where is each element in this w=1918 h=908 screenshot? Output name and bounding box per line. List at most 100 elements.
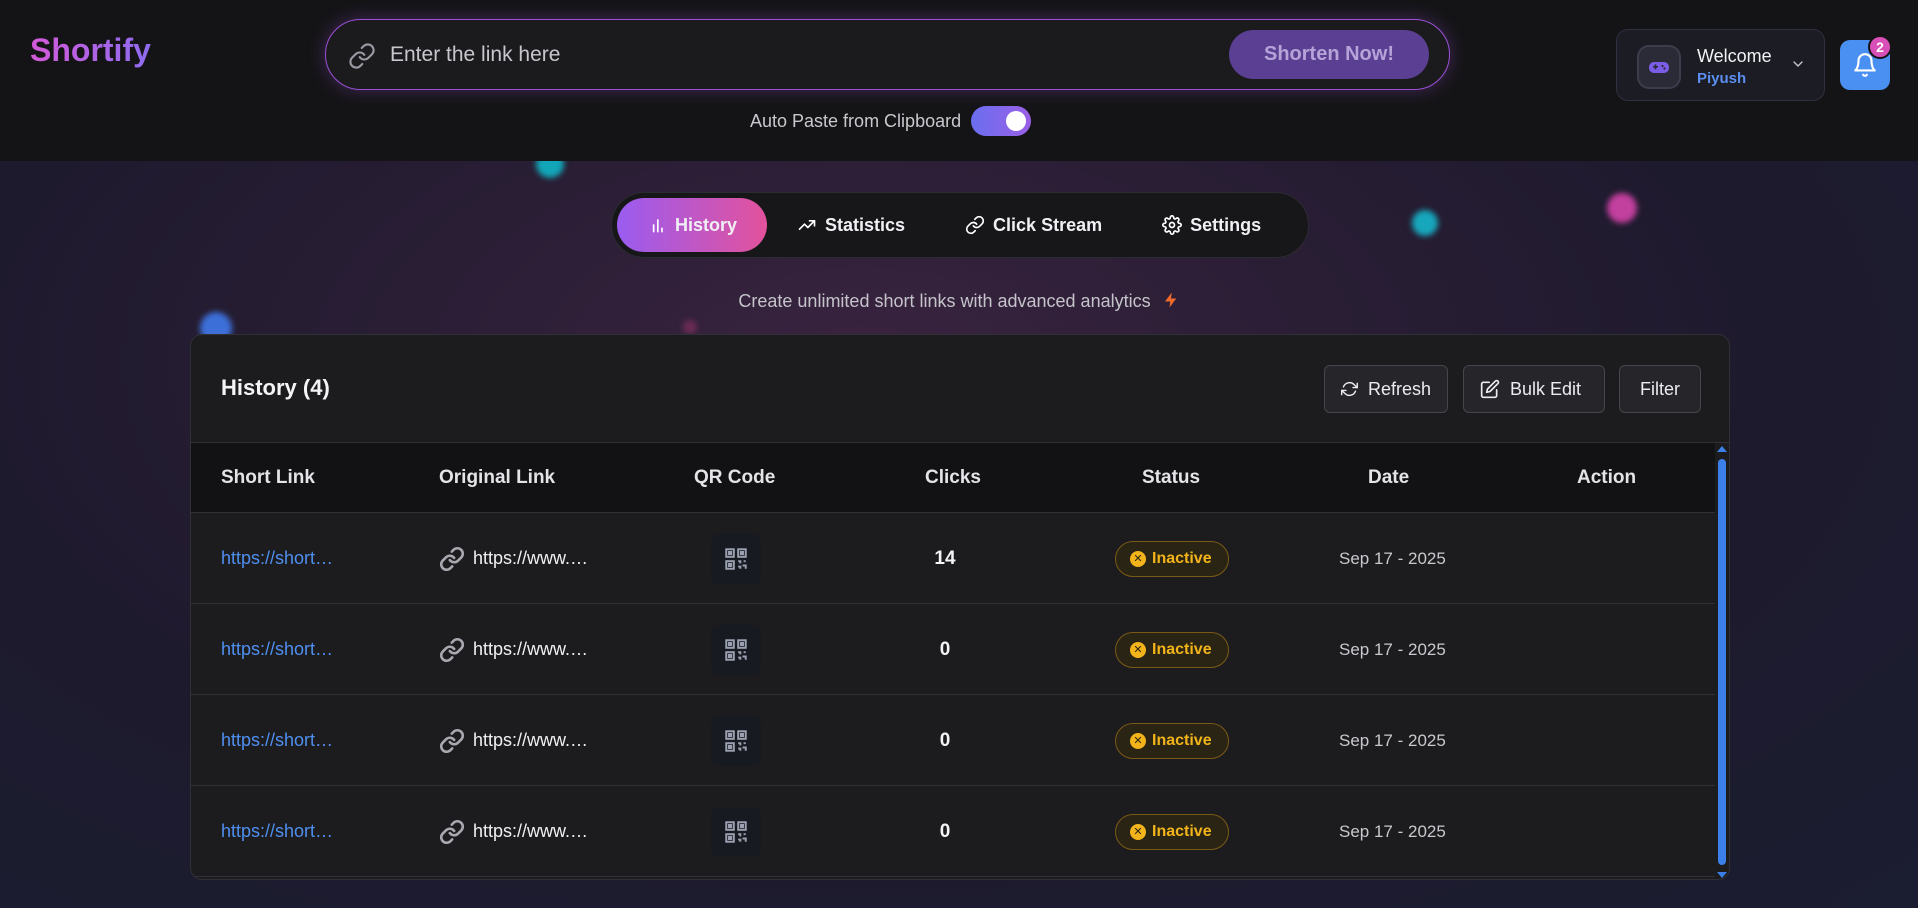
x-circle-icon: ✕ <box>1130 823 1146 840</box>
qr-cell <box>711 513 761 604</box>
clicks-count: 0 <box>939 638 951 660</box>
bulk-edit-button[interactable]: Bulk Edit <box>1463 365 1605 413</box>
original-link[interactable]: https://www.… <box>439 786 588 877</box>
original-link-text: https://www.… <box>473 639 589 659</box>
qr-code-button[interactable] <box>711 806 761 857</box>
user-name: Piyush <box>1697 70 1747 87</box>
short-link[interactable]: https://short… <box>221 604 333 695</box>
gamepad-icon <box>1649 62 1669 73</box>
clicks-count: 0 <box>939 820 951 842</box>
qr-code-icon <box>725 547 747 570</box>
bokeh-light <box>1607 193 1637 223</box>
short-link-text: https://short… <box>221 548 334 568</box>
edit-icon <box>1480 379 1500 399</box>
date-cell: Sep 17 - 2025 <box>1339 548 1446 568</box>
short-link[interactable]: https://short… <box>221 513 333 604</box>
filter-button[interactable]: Filter <box>1619 365 1701 413</box>
welcome-text: Welcome <box>1697 46 1772 66</box>
status-cell: ✕ Inactive <box>1115 513 1229 604</box>
scroll-down-arrow[interactable] <box>1717 872 1727 878</box>
tab-click-stream[interactable]: Click Stream <box>935 198 1132 252</box>
status-badge[interactable]: ✕ Inactive <box>1115 813 1229 850</box>
original-link-text: https://www.… <box>473 730 589 750</box>
column-header-qr-code[interactable]: QR Code <box>694 467 775 489</box>
status-text: Inactive <box>1152 731 1212 749</box>
url-input[interactable] <box>390 36 1190 74</box>
tab-label: History <box>674 214 737 235</box>
scroll-thumb[interactable] <box>1718 459 1726 865</box>
column-header-short-link[interactable]: Short Link <box>221 467 315 489</box>
shorten-button[interactable]: Shorten Now! <box>1229 30 1429 79</box>
url-input-bar: Shorten Now! <box>325 19 1450 90</box>
lightning-icon <box>1164 292 1176 308</box>
status-cell: ✕ Inactive <box>1115 604 1229 695</box>
table-scrollbar[interactable] <box>1715 443 1729 879</box>
tab-label: Click Stream <box>993 214 1103 235</box>
avatar <box>1637 45 1681 89</box>
auto-paste-row: Auto Paste from Clipboard <box>750 106 1032 136</box>
qr-code-button[interactable] <box>711 533 761 584</box>
qr-code-button[interactable] <box>711 624 761 675</box>
main-tabs: History Statistics Click Stream Settings <box>611 192 1309 258</box>
original-link[interactable]: https://www.… <box>439 513 588 604</box>
panel-header: History (4) Refresh Bulk Edit Filter <box>191 335 1729 443</box>
table-row: https://short… https://www.… 0 ✕ Inactiv… <box>191 604 1717 695</box>
status-badge[interactable]: ✕ Inactive <box>1115 722 1229 759</box>
user-menu[interactable]: Welcome Piyush <box>1616 29 1825 101</box>
tab-statistics[interactable]: Statistics <box>767 198 935 252</box>
refresh-button[interactable]: Refresh <box>1324 365 1448 413</box>
date-cell: Sep 17 - 2025 <box>1339 730 1446 750</box>
qr-code-icon <box>725 820 747 843</box>
date-cell: Sep 17 - 2025 <box>1339 821 1446 841</box>
status-text: Inactive <box>1152 549 1212 567</box>
top-header: Shortify Shorten Now! Auto Paste from Cl… <box>0 0 1918 161</box>
bulk-edit-label: Bulk Edit <box>1510 378 1582 399</box>
qr-cell <box>711 604 761 695</box>
link-icon <box>965 215 985 235</box>
short-link[interactable]: https://short… <box>221 695 333 786</box>
short-link-text: https://short… <box>221 821 334 841</box>
status-cell: ✕ Inactive <box>1115 695 1229 786</box>
column-header-clicks[interactable]: Clicks <box>925 467 981 489</box>
scroll-up-arrow[interactable] <box>1717 446 1727 452</box>
tab-label: Statistics <box>825 214 906 235</box>
tab-history[interactable]: History <box>617 198 767 252</box>
status-text: Inactive <box>1152 640 1212 658</box>
x-circle-icon: ✕ <box>1130 641 1146 658</box>
filter-label: Filter <box>1640 378 1680 399</box>
short-link[interactable]: https://short… <box>221 786 333 877</box>
qr-code-icon <box>725 729 747 752</box>
original-link-text: https://www.… <box>473 548 589 568</box>
trending-up-icon <box>798 220 816 230</box>
clicks-count: 14 <box>934 547 956 569</box>
original-link[interactable]: https://www.… <box>439 695 588 786</box>
original-link[interactable]: https://www.… <box>439 604 588 695</box>
clicks-count: 0 <box>939 729 951 751</box>
column-header-status[interactable]: Status <box>1142 467 1200 489</box>
status-badge[interactable]: ✕ Inactive <box>1115 540 1229 577</box>
link-icon <box>439 637 465 662</box>
link-icon <box>439 546 465 571</box>
column-header-date[interactable]: Date <box>1368 467 1409 489</box>
tab-label: Settings <box>1190 214 1262 235</box>
app-logo[interactable]: Shortify <box>30 32 151 69</box>
toggle-knob <box>1006 111 1027 131</box>
history-panel: History (4) Refresh Bulk Edit Filter Sho… <box>190 334 1730 880</box>
status-cell: ✕ Inactive <box>1115 786 1229 877</box>
table-header: Short Link Original Link QR Code Clicks … <box>191 443 1717 513</box>
qr-cell <box>711 695 761 786</box>
qr-code-button[interactable] <box>711 715 761 766</box>
status-text: Inactive <box>1152 822 1212 840</box>
bokeh-light <box>1412 210 1438 236</box>
short-link-text: https://short… <box>221 639 334 659</box>
date-cell: Sep 17 - 2025 <box>1339 639 1446 659</box>
x-circle-icon: ✕ <box>1130 550 1146 567</box>
qr-cell <box>711 786 761 877</box>
status-badge[interactable]: ✕ Inactive <box>1115 631 1229 668</box>
tab-settings[interactable]: Settings <box>1132 198 1291 252</box>
qr-code-icon <box>725 638 747 661</box>
auto-paste-toggle[interactable] <box>971 106 1032 136</box>
notification-count-badge: 2 <box>1868 35 1892 59</box>
x-circle-icon: ✕ <box>1130 732 1146 749</box>
column-header-original-link[interactable]: Original Link <box>439 467 555 489</box>
